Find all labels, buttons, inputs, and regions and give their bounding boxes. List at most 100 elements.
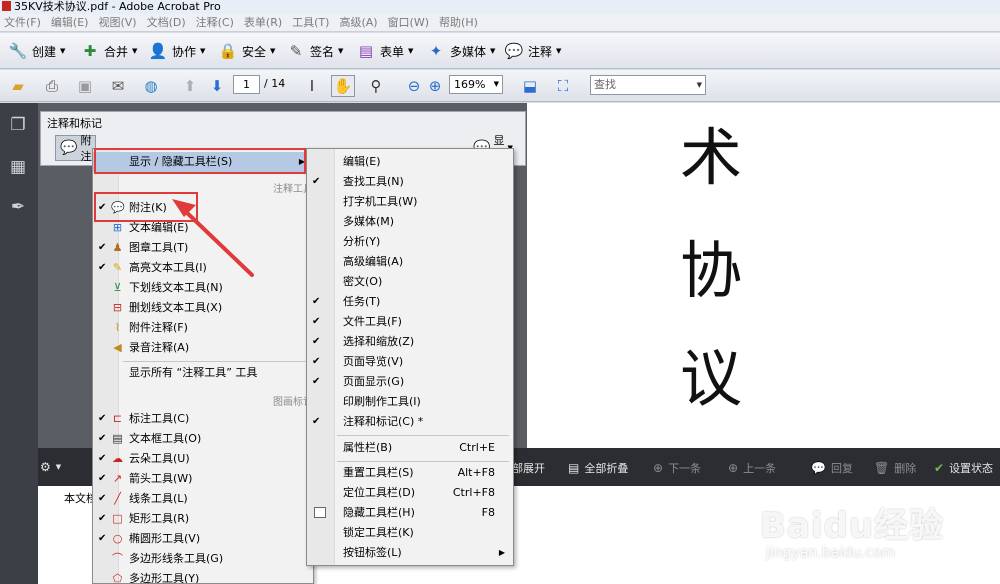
highlight-box-toggle-toolbar — [94, 148, 306, 174]
menu-item-arrow[interactable]: ✔ ↗ 箭头工具(W) — [93, 469, 313, 489]
menu-tools[interactable]: 工具(T) — [288, 14, 335, 32]
next-page-icon[interactable]: ⬇ — [205, 75, 229, 97]
email-icon[interactable]: ✉ — [106, 75, 130, 97]
previous-comment-button[interactable]: ⊕ 上一条 — [728, 460, 776, 476]
chevron-down-icon: ▼ — [696, 81, 702, 89]
menu-item-attach[interactable]: ⌇ 附件注释(F) — [93, 318, 313, 338]
window-title: 35KV技术协议.pdf - Adobe Acrobat Pro — [14, 0, 221, 13]
menu-item-rect[interactable]: ✔ □ 矩形工具(R) — [93, 509, 313, 529]
menu-item-cloud[interactable]: ✔ ☁ 云朵工具(U) — [93, 449, 313, 469]
hand-tool-icon[interactable]: ✋ — [331, 75, 355, 97]
menu-file[interactable]: 文件(F) — [0, 14, 47, 32]
check-icon: ✔ — [98, 242, 107, 253]
comment-button[interactable]: 💬 注释 ▼ — [504, 39, 562, 63]
chevron-down-icon: ▼ — [200, 47, 206, 55]
submenu-item-advanced-edit[interactable]: 高级编辑(A) — [307, 252, 513, 272]
menu-item-callout[interactable]: ✔ ⊏ 标注工具(C) — [93, 409, 313, 429]
sticky-note-button[interactable]: 💬 附注 — [55, 134, 97, 163]
zoom-select[interactable]: 169% ▼ — [449, 75, 503, 94]
expand-all-button[interactable]: 部展开 — [512, 460, 545, 476]
gear-icon: ⚙ — [40, 460, 51, 474]
save-icon[interactable]: ▣ — [73, 75, 97, 97]
next-comment-button[interactable]: ⊕ 下一条 — [653, 460, 701, 476]
submenu-item-button-labels[interactable]: 按钮标签(L) ▶ — [307, 543, 513, 563]
menu-item-textbox[interactable]: ✔ ▤ 文本框工具(O) — [93, 429, 313, 449]
reply-button[interactable]: 💬 回复 — [811, 460, 853, 476]
submenu-item-edit[interactable]: 编辑(E) — [307, 152, 513, 172]
set-status-button[interactable]: ✔ 设置状态 — [934, 460, 993, 476]
submenu-item-dock[interactable]: 定位工具栏(D) Ctrl+F8 — [307, 483, 513, 503]
menu-comments[interactable]: 注释(C) — [192, 14, 240, 32]
menu-item-oval[interactable]: ✔ ○ 椭圆形工具(V) — [93, 529, 313, 549]
menu-window[interactable]: 窗口(W) — [384, 14, 435, 32]
menu-item-polyline[interactable]: ⌒ 多边形线条工具(G) — [93, 549, 313, 569]
page-number-input[interactable]: 1 — [233, 75, 260, 94]
check-icon: ✔ — [312, 176, 321, 187]
secure-button[interactable]: 🔒 安全 ▼ — [218, 39, 276, 63]
submenu-item-reset[interactable]: 重置工具栏(S) Alt+F8 — [307, 463, 513, 483]
delete-button[interactable]: 🗑 删除 — [874, 460, 916, 476]
submenu-item-secret[interactable]: 密文(O) — [307, 272, 513, 292]
pages-icon[interactable]: ❐ — [6, 113, 30, 137]
create-button[interactable]: 🔧 创建 ▼ — [8, 39, 66, 63]
submenu-item-page-display[interactable]: ✔ 页面显示(G) — [307, 372, 513, 392]
check-icon: ✔ — [312, 336, 321, 347]
menu-document[interactable]: 文档(D) — [143, 14, 192, 32]
menu-item-highlight[interactable]: ✔ ✎ 高亮文本工具(I) — [93, 258, 313, 278]
options-button[interactable]: ⚙ ▼ — [40, 460, 61, 474]
menu-item-audio[interactable]: ◀ 录音注释(A) — [93, 338, 313, 358]
submenu-item-hide[interactable]: 隐藏工具栏(H) F8 — [307, 503, 513, 523]
combine-button[interactable]: ✚ 合并 ▼ — [80, 39, 138, 63]
zoom-in-icon[interactable]: ⊕ — [423, 75, 447, 97]
submenu-item-comment-markup[interactable]: ✔ 注释和标记(C) * — [307, 412, 513, 432]
menu-item-show-all[interactable]: 显示所有 “注释工具” 工具 — [93, 363, 313, 383]
menu-item-strikeout[interactable]: ⊟ 删划线文本工具(X) — [93, 298, 313, 318]
zoom-marquee-icon[interactable]: ⚲ — [364, 75, 388, 97]
check-icon: ✔ — [98, 433, 107, 444]
submenu-item-typewriter[interactable]: 打字机工具(W) — [307, 192, 513, 212]
submenu-item-properties[interactable]: 属性栏(B) Ctrl+E — [307, 438, 513, 458]
submenu-item-find[interactable]: ✔ 查找工具(N) — [307, 172, 513, 192]
collapse-all-button[interactable]: ▤ 全部折叠 — [568, 460, 628, 476]
baidu-watermark-url: jingyan.baidu.com — [766, 545, 896, 561]
menu-advanced[interactable]: 高级(A) — [335, 14, 383, 32]
fit-page-icon[interactable]: ⬓ — [518, 75, 542, 97]
menu-view[interactable]: 视图(V) — [94, 14, 142, 32]
submenu-item-multimedia[interactable]: 多媒体(M) — [307, 212, 513, 232]
check-icon: ✔ — [312, 316, 321, 327]
menu-item-stamp[interactable]: ✔ ♟ 图章工具(T) — [93, 238, 313, 258]
submenu-item-page-nav[interactable]: ✔ 页面导览(V) — [307, 352, 513, 372]
menu-item-polygon[interactable]: ⬠ 多边形工具(Y) — [93, 569, 313, 584]
menu-forms[interactable]: 表单(R) — [240, 14, 288, 32]
toolbars-submenu: 编辑(E) ✔ 查找工具(N) 打字机工具(W) 多媒体(M) 分析(Y) 高级编… — [306, 148, 514, 566]
globe-icon[interactable]: ◍ — [139, 75, 163, 97]
submenu-item-print-production[interactable]: 印刷制作工具(I) — [307, 392, 513, 412]
menu-edit[interactable]: 编辑(E) — [47, 14, 95, 32]
submenu-item-tasks[interactable]: ✔ 任务(T) — [307, 292, 513, 312]
print-icon[interactable]: ⎙ — [40, 75, 64, 97]
forms-button[interactable]: ▤ 表单 ▼ — [356, 39, 414, 63]
pdf-page[interactable] — [527, 103, 1000, 448]
submenu-item-lock[interactable]: 锁定工具栏(K) — [307, 523, 513, 543]
menu-item-underline[interactable]: ⊻ 下划线文本工具(N) — [93, 278, 313, 298]
collaborate-button[interactable]: 👤 协作 ▼ — [148, 39, 206, 63]
multimedia-button[interactable]: ✦ 多媒体 ▼ — [426, 39, 496, 63]
menu-item-line[interactable]: ✔ ╱ 线条工具(L) — [93, 489, 313, 509]
cloud-icon: ☁ — [112, 452, 123, 465]
select-text-icon[interactable]: I — [300, 75, 324, 97]
menu-help[interactable]: 帮助(H) — [435, 14, 484, 32]
paperclip-icon: ⌇ — [114, 321, 121, 334]
bookmarks-icon[interactable]: ▦ — [6, 155, 30, 179]
sign-button[interactable]: ✎ 签名 ▼ — [286, 39, 344, 63]
collapse-icon: ▤ — [568, 461, 580, 475]
polygon-icon: ⬠ — [112, 572, 123, 584]
find-input[interactable]: 查找 ▼ — [590, 75, 706, 95]
full-screen-icon[interactable]: ⛶ — [551, 75, 575, 97]
submenu-item-analysis[interactable]: 分析(Y) — [307, 232, 513, 252]
submenu-item-select-zoom[interactable]: ✔ 选择和缩放(Z) — [307, 332, 513, 352]
submenu-item-file[interactable]: ✔ 文件工具(F) — [307, 312, 513, 332]
signatures-icon[interactable]: ✒ — [6, 195, 30, 219]
chevron-down-icon: ▼ — [493, 80, 499, 88]
open-folder-icon[interactable]: ▰ — [6, 75, 30, 97]
previous-page-icon[interactable]: ⬆ — [178, 75, 202, 97]
